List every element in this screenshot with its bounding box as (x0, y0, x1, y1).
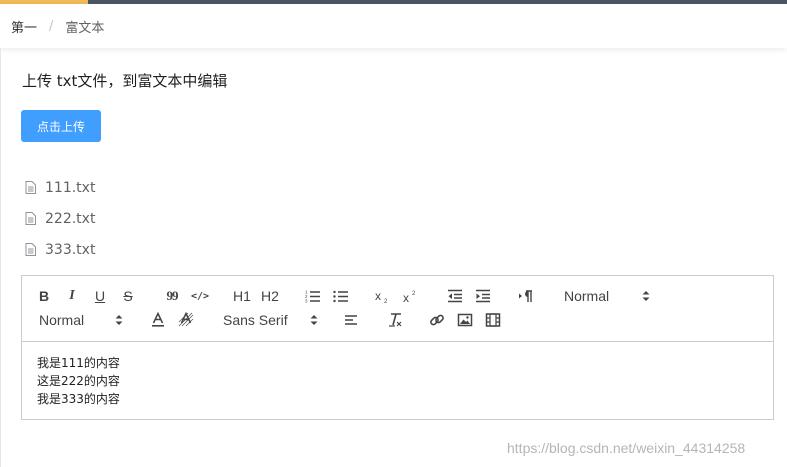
breadcrumb-item-rich-text: 富文本 (65, 20, 105, 36)
size-picker[interactable]: Normal (39, 310, 123, 330)
file-item[interactable]: 333.txt (25, 234, 95, 265)
breadcrumb-item-first[interactable]: 第一 (11, 17, 37, 36)
size-picker-label: Normal (39, 312, 85, 328)
font-picker-label: Sans Serif (223, 312, 288, 328)
document-icon (25, 181, 36, 194)
content-line: 我是111的内容 (37, 356, 120, 370)
breadcrumb-separator: / (49, 18, 54, 34)
up-down-arrows-icon (310, 315, 318, 325)
svg-text:x: x (403, 291, 409, 303)
editor-toolbar: B I U S 99 </> H1 H2 123 x2 x2 Normal No… (22, 276, 773, 342)
up-down-arrows-icon (642, 291, 650, 301)
page-title: 上传 txt文件，到富文本中编辑 (22, 72, 228, 90)
file-name: 222.txt (45, 210, 96, 227)
file-name: 111.txt (45, 179, 96, 196)
breadcrumb: 第一 / 富文本 (11, 17, 104, 36)
underline-button[interactable]: U (92, 287, 108, 305)
editor-content[interactable]: 我是111的内容 这是222的内容 我是333的内容 (22, 342, 773, 420)
background-color-icon[interactable] (177, 311, 195, 329)
file-item[interactable]: 111.txt (25, 172, 95, 203)
header: 第一 / 富文本 (0, 4, 787, 48)
heading2-button[interactable]: H2 (260, 287, 280, 305)
file-item[interactable]: 222.txt (25, 203, 95, 234)
content-left-border (0, 48, 1, 467)
document-icon (25, 243, 36, 256)
bold-button[interactable]: B (36, 287, 52, 305)
header-picker-label: Normal (564, 288, 610, 304)
code-button[interactable]: </> (190, 287, 210, 305)
image-icon[interactable] (456, 311, 474, 329)
link-icon[interactable] (428, 311, 446, 329)
content-line: 我是333的内容 (37, 392, 120, 406)
outdent-icon[interactable] (446, 287, 464, 305)
superscript-icon[interactable]: x2 (403, 287, 421, 305)
upload-button[interactable]: 点击上传 (21, 110, 101, 142)
video-icon[interactable] (484, 311, 502, 329)
document-icon (25, 212, 36, 225)
svg-text:2: 2 (412, 291, 416, 297)
file-name: 333.txt (45, 241, 96, 258)
watermark: https://blog.csdn.net/weixin_44314258 (507, 440, 746, 456)
header-picker[interactable]: Normal (564, 286, 650, 306)
svg-text:x: x (375, 289, 381, 303)
ordered-list-icon[interactable]: 123 (304, 287, 322, 305)
svg-text:3: 3 (305, 299, 308, 304)
content-line: 这是222的内容 (37, 374, 120, 388)
heading1-button[interactable]: H1 (232, 287, 252, 305)
italic-button[interactable]: I (64, 287, 80, 305)
blockquote-button[interactable]: 99 (163, 287, 181, 305)
file-list: 111.txt 222.txt 333.txt (25, 172, 95, 265)
align-icon[interactable] (342, 311, 360, 329)
subscript-icon[interactable]: x2 (375, 287, 393, 305)
clear-format-icon[interactable] (386, 311, 404, 329)
up-down-arrows-icon (115, 315, 123, 325)
bullet-list-icon[interactable] (332, 287, 350, 305)
svg-text:2: 2 (384, 299, 388, 303)
text-color-icon[interactable] (149, 311, 167, 329)
strike-button[interactable]: S (120, 287, 136, 305)
rich-text-editor: B I U S 99 </> H1 H2 123 x2 x2 Normal No… (21, 275, 774, 420)
indent-icon[interactable] (474, 287, 492, 305)
text-direction-icon[interactable] (517, 287, 535, 305)
font-picker[interactable]: Sans Serif (223, 310, 318, 330)
